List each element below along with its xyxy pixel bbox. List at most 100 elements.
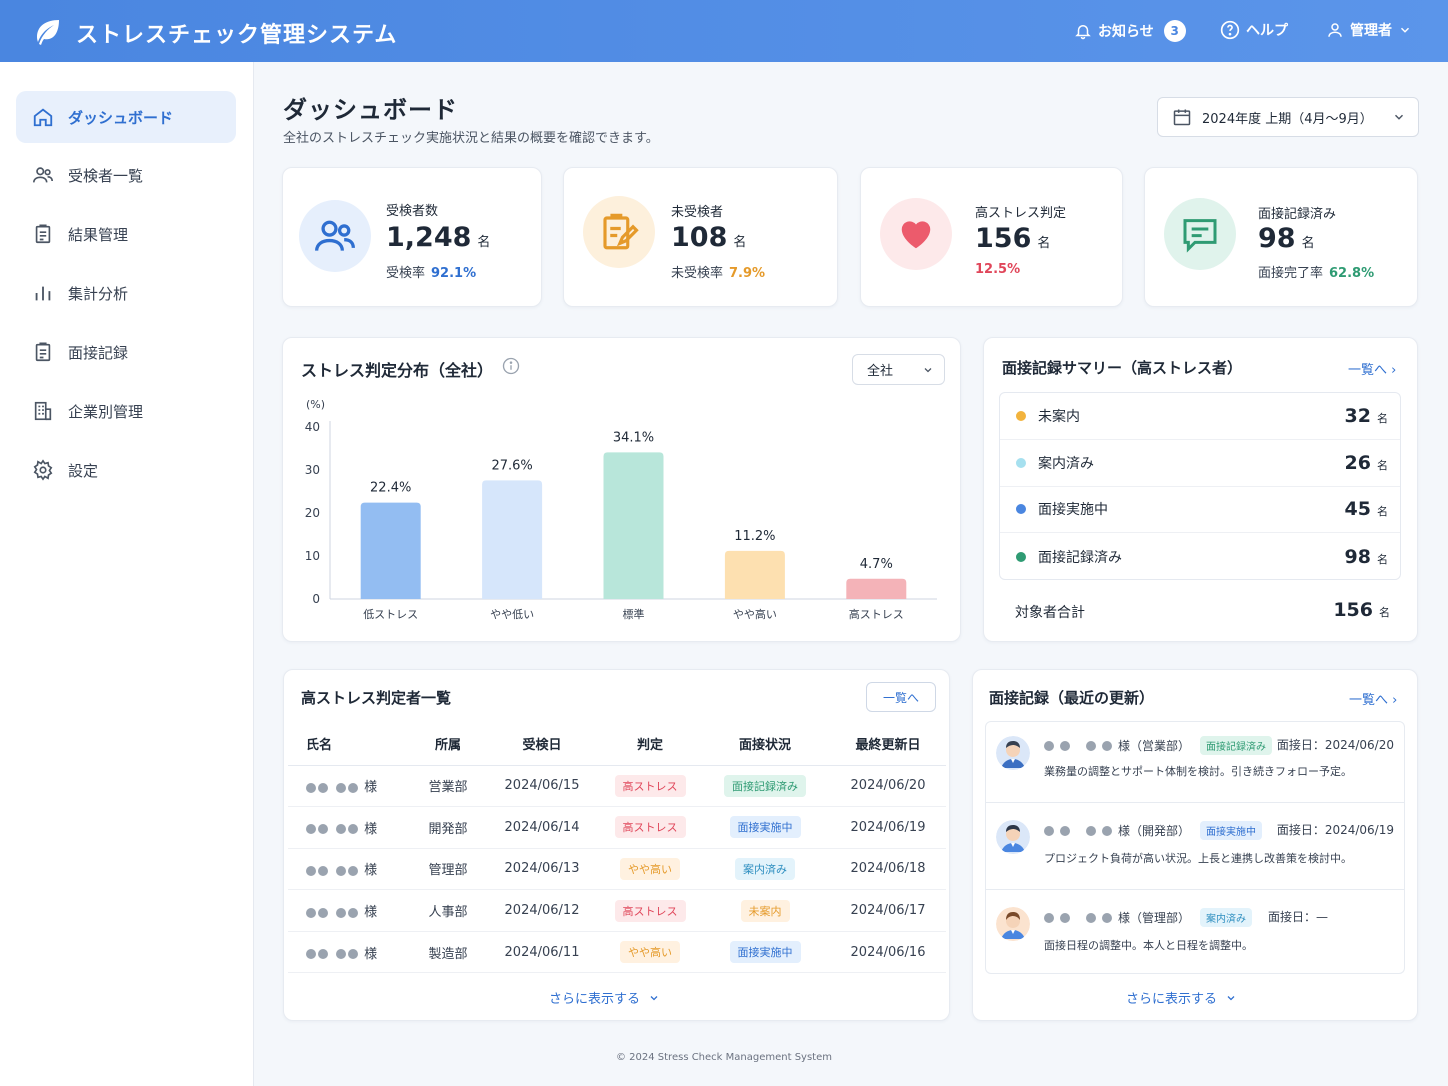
summary-row-label: 面接実施中 bbox=[1038, 502, 1108, 518]
record-item[interactable]: 様（管理部） 案内済み 面接日：— 面接日程の調整中。本人と日程を調整中。 bbox=[985, 890, 1405, 974]
recent-show-more[interactable]: さらに表示する bbox=[1126, 988, 1237, 1007]
sidebar-item-dashboard[interactable]: ダッシュボード bbox=[16, 91, 236, 143]
y-tick-label: 40 bbox=[305, 420, 320, 434]
sidebar-item-label: 企業別管理 bbox=[68, 402, 144, 421]
leaf-logo-icon bbox=[37, 20, 59, 45]
gear-icon bbox=[33, 459, 53, 481]
summary-row-value: 45 名 bbox=[1344, 498, 1388, 520]
record-date: 面接日：2024/06/19 bbox=[1276, 823, 1394, 837]
sidebar-item-label: 結果管理 bbox=[68, 225, 129, 244]
summary-row: 未案内 32 名 bbox=[1000, 393, 1400, 440]
help-label: ヘルプ bbox=[1246, 23, 1288, 39]
help-button[interactable]: ヘルプ bbox=[1220, 20, 1288, 40]
users-icon bbox=[299, 200, 371, 272]
high-stress-list-button[interactable]: 一覧へ bbox=[866, 682, 936, 712]
bar-chart-icon bbox=[35, 286, 51, 301]
notifications-button[interactable]: お知らせ 3 bbox=[1074, 20, 1186, 42]
kpi-sub: 12.5% bbox=[975, 262, 1021, 277]
record-item[interactable]: 様（開発部） 面接実施中 面接日：2024/06/19 プロジェクト負荷が高い状… bbox=[985, 803, 1405, 890]
dept-cell: 管理部 bbox=[412, 848, 484, 891]
y-tick-label: 0 bbox=[312, 592, 320, 606]
summary-total-value: 156 名 bbox=[1333, 599, 1390, 621]
status-badge: 面接記録済み bbox=[724, 774, 806, 797]
user-label: 管理者 bbox=[1350, 23, 1392, 39]
date-cell: 2024/06/15 bbox=[484, 765, 600, 808]
date-cell: 2024/06/14 bbox=[484, 806, 600, 849]
kpi-label: 受検者数 bbox=[386, 204, 439, 219]
record-name: 様（管理部） 案内済み bbox=[1044, 908, 1253, 927]
record-item[interactable]: 様（営業部） 面接記録済み 面接日：2024/06/20 業務量の調整とサポート… bbox=[985, 721, 1405, 803]
sidebar-item-analytics[interactable]: 集計分析 bbox=[16, 267, 236, 319]
kpi-label: 高ストレス判定 bbox=[975, 206, 1067, 221]
sidebar-item-label: 面接記録 bbox=[68, 343, 129, 362]
table-row[interactable]: 様 製造部 2024/06/11 やや高い 面接実施中 2024/06/16 bbox=[288, 931, 946, 974]
x-tick-label: 低ストレス bbox=[363, 608, 418, 621]
status-badge: 面接記録済み bbox=[1200, 736, 1273, 755]
kpi-label: 面接記録済み bbox=[1258, 207, 1337, 222]
sidebar-item-company[interactable]: 企業別管理 bbox=[16, 385, 236, 437]
col-dept: 所属 bbox=[412, 723, 484, 766]
chevron-down-icon bbox=[1227, 995, 1235, 1000]
high-stress-table: 氏名 所属 受検日 判定 面接状況 最終更新日 様 営業部 2024/06/15… bbox=[288, 723, 946, 974]
kpi-label: 未受検者 bbox=[671, 205, 724, 220]
app-header: ストレスチェック管理システム お知らせ 3 ヘルプ 管理者 bbox=[0, 0, 1448, 62]
sidebar-item-examinees[interactable]: 受検者一覧 bbox=[16, 149, 236, 201]
judgement-badge: 高ストレス bbox=[614, 774, 686, 797]
summary-row-label: 面接記録済み bbox=[1038, 549, 1122, 566]
sidebar-item-settings[interactable]: 設定 bbox=[16, 444, 236, 496]
judge-cell: 高ストレス bbox=[600, 889, 700, 932]
table-row[interactable]: 様 営業部 2024/06/15 高ストレス 面接記録済み 2024/06/20 bbox=[288, 765, 946, 808]
dept-cell: 開発部 bbox=[412, 806, 484, 849]
status-cell: 面接実施中 bbox=[700, 931, 830, 974]
updated-cell: 2024/06/19 bbox=[830, 806, 946, 849]
stress-bar-chart: (%) 0 10 20 30 40 22.4% 低ストレス 27.6% やや低い 34.1% 標準 11… bbox=[305, 398, 937, 621]
date-cell: 2024/06/11 bbox=[484, 931, 600, 974]
status-badge: 面接実施中 bbox=[729, 816, 801, 839]
y-tick-label: 30 bbox=[305, 463, 320, 477]
high-stress-show-more[interactable]: さらに表示する bbox=[549, 988, 660, 1007]
dept-cell: 製造部 bbox=[412, 931, 484, 974]
page-description: 全社のストレスチェック実施状況と結果の概要を確認できます。 bbox=[283, 131, 659, 146]
table-row[interactable]: 様 人事部 2024/06/12 高ストレス 未案内 2024/06/17 bbox=[288, 889, 946, 932]
name-cell: 様 bbox=[288, 931, 412, 974]
clipboard-icon bbox=[35, 342, 51, 362]
summary-row-value: 98 名 bbox=[1344, 545, 1388, 568]
chart-bar bbox=[603, 452, 664, 599]
data-label: 27.6% bbox=[491, 458, 532, 473]
avatar bbox=[996, 907, 1030, 941]
y-tick-label: 20 bbox=[305, 506, 320, 520]
col-judgement: 判定 bbox=[600, 723, 700, 766]
y-tick-label: 10 bbox=[305, 549, 320, 563]
status-badge: 案内済み bbox=[735, 857, 795, 880]
sidebar-item-results[interactable]: 結果管理 bbox=[16, 208, 236, 260]
judge-cell: やや高い bbox=[600, 931, 700, 974]
status-badge: 面接実施中 bbox=[1200, 821, 1263, 840]
message-icon bbox=[1164, 198, 1236, 270]
status-badge: 案内済み bbox=[1200, 908, 1253, 927]
show-more-label: さらに表示する bbox=[549, 992, 641, 1007]
judge-cell: 高ストレス bbox=[600, 806, 700, 849]
recent-title: 面接記録（最近の更新） bbox=[989, 689, 1155, 707]
table-row[interactable]: 様 開発部 2024/06/14 高ストレス 面接実施中 2024/06/19 bbox=[288, 806, 946, 849]
chart-bar bbox=[482, 480, 543, 599]
judge-cell: やや高い bbox=[600, 848, 700, 891]
chart-bar bbox=[846, 578, 907, 599]
summary-row: 案内済み 26 名 bbox=[1000, 440, 1400, 487]
users-icon bbox=[33, 167, 53, 183]
period-label: 2024年度 上期（4月〜9月） bbox=[1202, 111, 1373, 127]
kpi-sub: 受検率 92.1% bbox=[386, 266, 477, 281]
record-date: 面接日：2024/06/20 bbox=[1276, 738, 1394, 752]
sidebar-item-label: 受検者一覧 bbox=[68, 166, 144, 185]
period-selector[interactable]: 2024年度 上期（4月〜9月） bbox=[1157, 97, 1419, 137]
table-row[interactable]: 様 管理部 2024/06/13 やや高い 案内済み 2024/06/18 bbox=[288, 848, 946, 891]
updated-cell: 2024/06/17 bbox=[830, 889, 946, 932]
show-more-label: さらに表示する bbox=[1126, 992, 1218, 1007]
judgement-badge: 高ストレス bbox=[614, 899, 686, 922]
sidebar-item-interview-records[interactable]: 面接記録 bbox=[16, 326, 236, 378]
bell-icon bbox=[1075, 25, 1091, 40]
summary-list-link[interactable]: 一覧へ › bbox=[1348, 359, 1396, 378]
sidebar-item-label: 設定 bbox=[68, 461, 99, 480]
recent-list-link[interactable]: 一覧へ › bbox=[1349, 689, 1397, 708]
user-menu-button[interactable]: 管理者 bbox=[1326, 20, 1412, 40]
summary-row-value: 32 名 bbox=[1344, 405, 1388, 427]
